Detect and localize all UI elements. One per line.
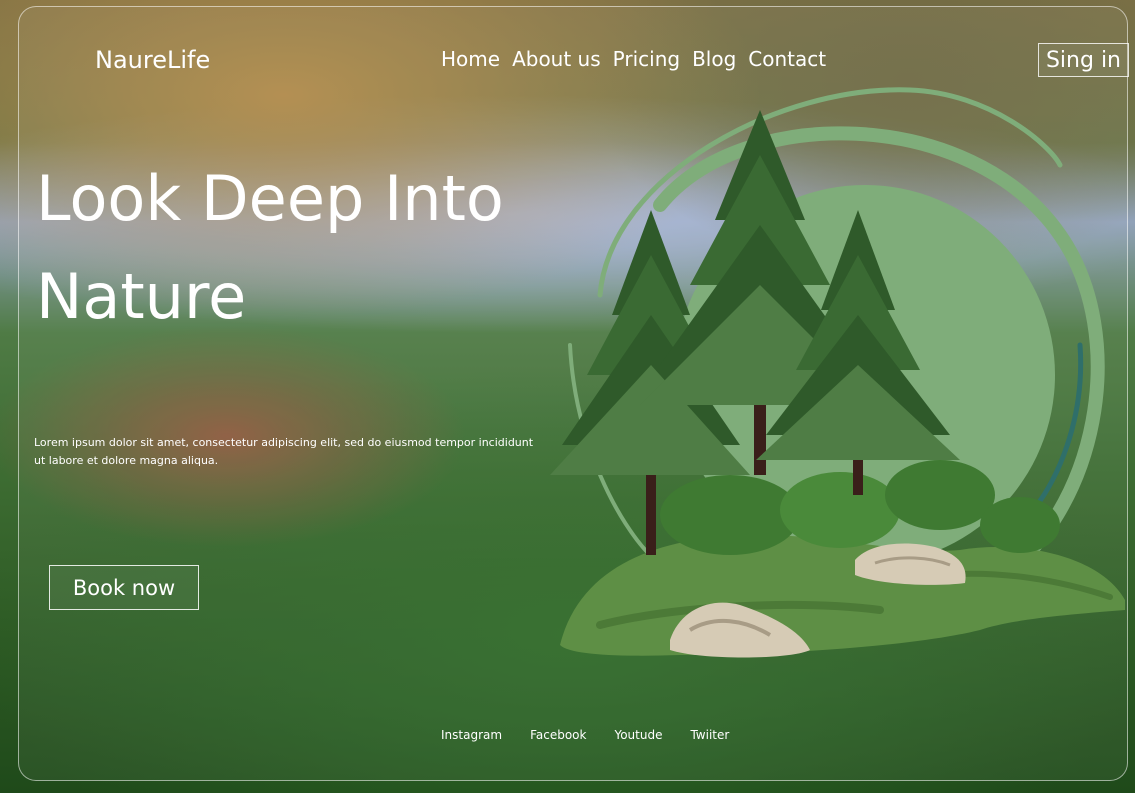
sign-in-button[interactable]: Sing in	[1038, 43, 1129, 77]
nav-about-us[interactable]: About us	[512, 47, 601, 71]
hero-title-line-1: Look Deep Into	[36, 162, 504, 235]
hero-title: Look Deep Into Nature	[36, 150, 556, 346]
book-now-button[interactable]: Book now	[49, 565, 199, 610]
footer-link-youtube[interactable]: Youtude	[614, 728, 662, 742]
footer-link-twitter[interactable]: Twiiter	[690, 728, 729, 742]
grass-hill	[560, 535, 1125, 656]
site-logo[interactable]: NaureLife	[95, 46, 210, 74]
social-links: Instagram Facebook Youtude Twiiter	[441, 728, 757, 742]
hero-title-line-2: Nature	[36, 260, 247, 333]
main-nav: Home About us Pricing Blog Contact	[441, 47, 826, 71]
forest-illustration	[550, 87, 1125, 658]
footer-link-instagram[interactable]: Instagram	[441, 728, 502, 742]
hero-description: Lorem ipsum dolor sit amet, consectetur …	[34, 436, 534, 467]
footer-link-facebook[interactable]: Facebook	[530, 728, 586, 742]
nav-blog[interactable]: Blog	[692, 47, 736, 71]
nav-home[interactable]: Home	[441, 47, 500, 71]
nav-pricing[interactable]: Pricing	[613, 47, 680, 71]
nav-contact[interactable]: Contact	[748, 47, 826, 71]
